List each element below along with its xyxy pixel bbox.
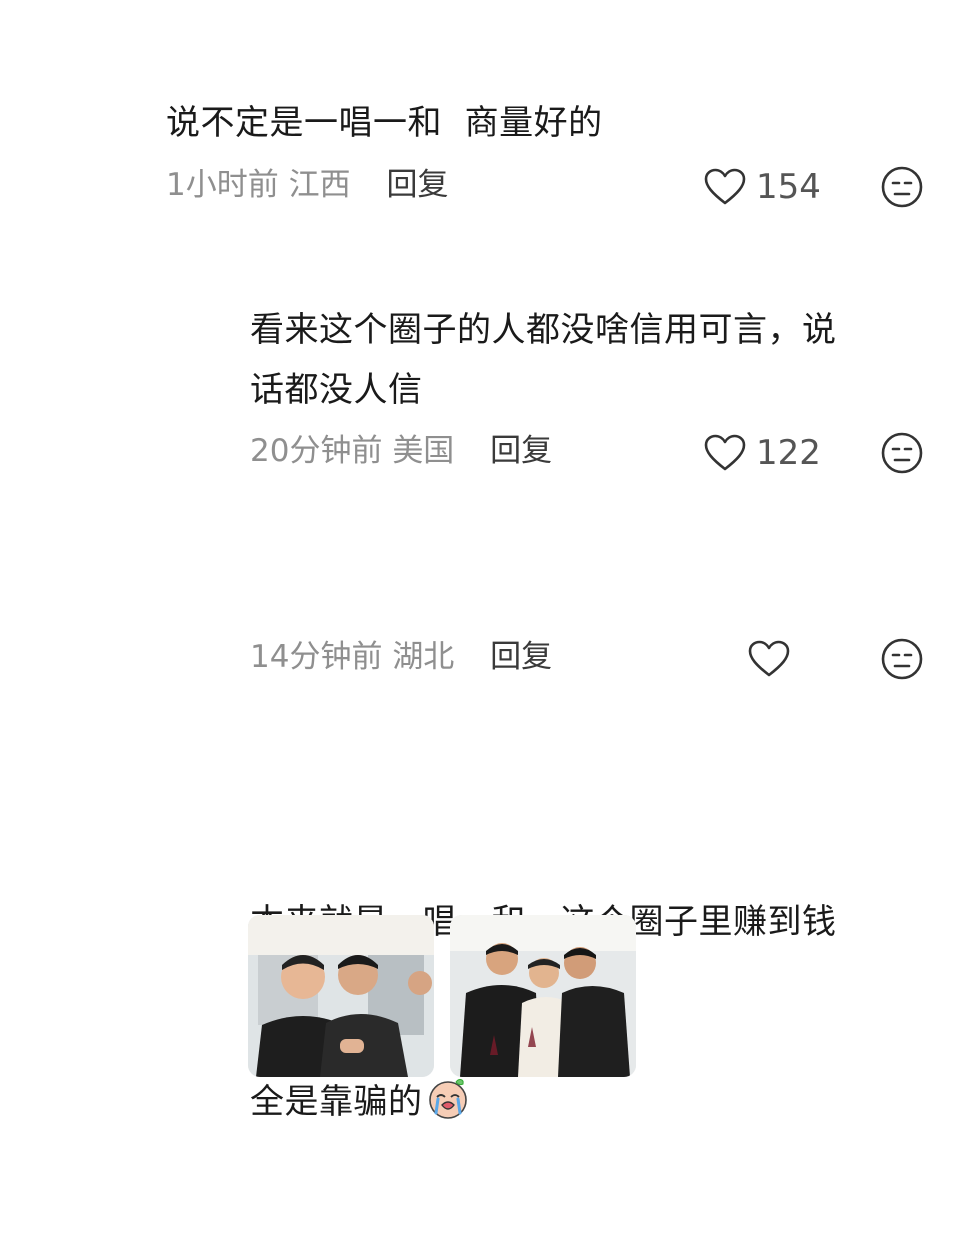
- reply-button[interactable]: 回复: [386, 167, 448, 203]
- photo-grid: [248, 915, 636, 1077]
- like-count: 122: [756, 433, 821, 473]
- comment-meta: 14分钟前 湖北 回复: [250, 635, 552, 679]
- heart-outline-icon: [704, 168, 746, 205]
- reply-button[interactable]: 回复: [490, 433, 552, 469]
- comment-location: 美国: [392, 433, 455, 469]
- heart-outline-icon: [748, 640, 790, 677]
- neutral-face-icon[interactable]: [880, 165, 924, 209]
- like-button[interactable]: 122: [704, 431, 821, 475]
- comment-text: 说不定是一唱一和 商量好的: [166, 103, 603, 143]
- crying-face-icon: [428, 1079, 467, 1119]
- reply-button[interactable]: 回复: [490, 639, 552, 675]
- heart-outline-icon: [704, 434, 746, 471]
- photo-thumbnail[interactable]: [248, 915, 434, 1077]
- neutral-face-icon[interactable]: [880, 637, 924, 681]
- photo-thumbnail[interactable]: [450, 915, 636, 1077]
- comment-text-line-content: 全是靠骗的: [250, 1082, 423, 1122]
- like-button[interactable]: 154: [704, 165, 821, 209]
- comment-location: 湖北: [392, 639, 455, 675]
- comment-time: 14分钟前: [250, 639, 383, 675]
- comment-text-line-2: 全是靠骗的: [250, 1072, 837, 1132]
- neutral-face-icon[interactable]: [880, 431, 924, 475]
- comment-meta: 20分钟前 美国 回复: [250, 429, 552, 473]
- comment-meta: 1小时前 江西 回复: [166, 163, 448, 207]
- comment-text: 看来这个圈子的人都没啥信用可言，说 话都没人信: [250, 310, 837, 410]
- comment-location: 江西: [288, 167, 351, 203]
- comment-time: 1小时前: [166, 167, 279, 203]
- like-count: 154: [756, 167, 821, 207]
- like-button[interactable]: [748, 637, 790, 681]
- comment-time: 20分钟前: [250, 433, 383, 469]
